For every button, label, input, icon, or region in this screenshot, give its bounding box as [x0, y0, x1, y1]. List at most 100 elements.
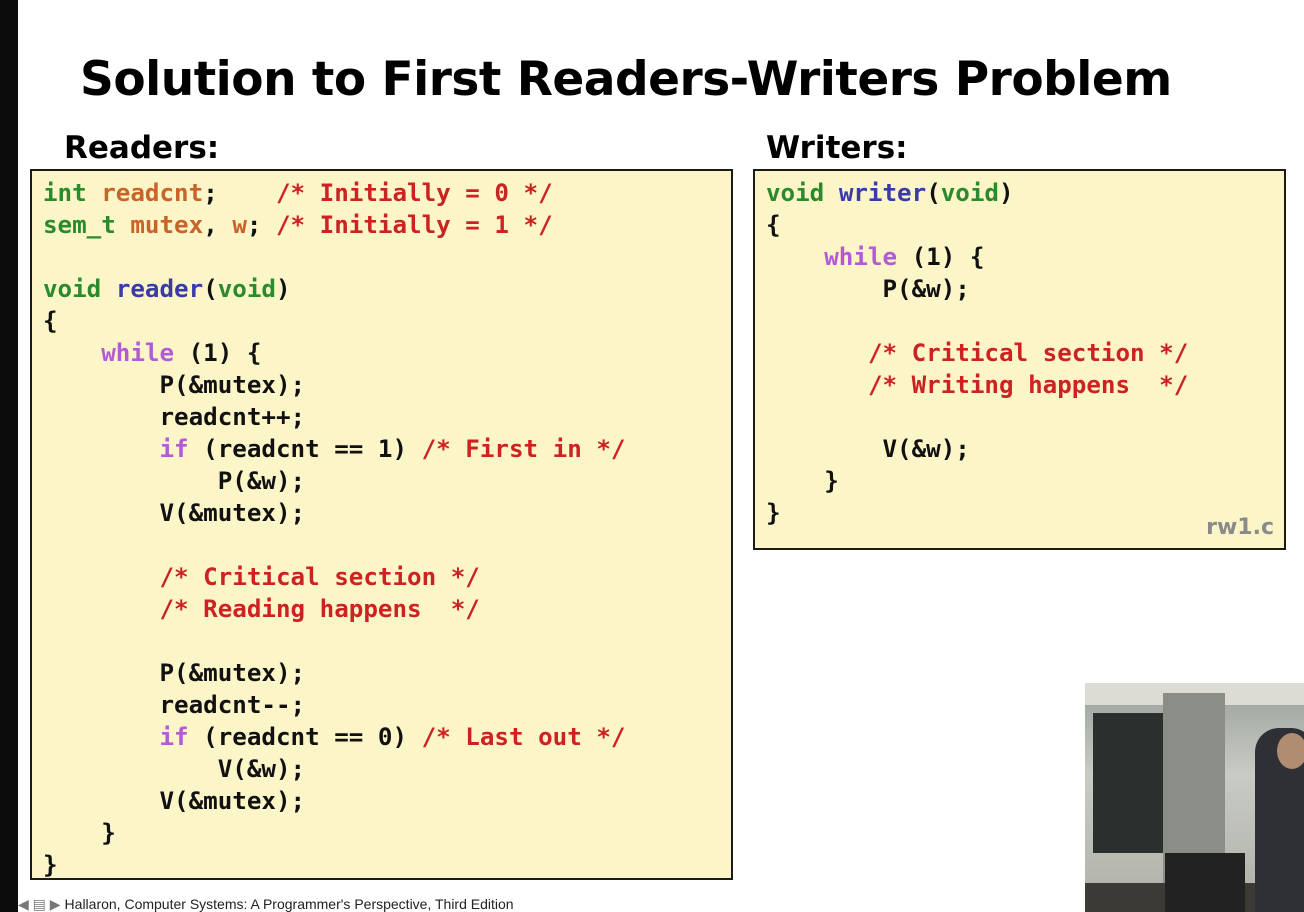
readers-code-line: /* Reading happens */: [43, 593, 626, 625]
code-token: readcnt--;: [43, 691, 306, 719]
code-token: writer: [838, 179, 927, 207]
code-token: (readcnt == 0): [188, 723, 422, 751]
writers-code: void writer(void){ while (1) { P(&w); /*…: [766, 177, 1188, 529]
webcam-feed: [1085, 683, 1304, 912]
writers-code-line: [766, 305, 1188, 337]
footer-text: Hallaron, Computer Systems: A Programmer…: [64, 896, 514, 912]
readers-label: Readers:: [64, 130, 220, 166]
code-token: ;: [246, 211, 276, 239]
readers-code-line: P(&mutex);: [43, 369, 626, 401]
code-token: V(&w);: [43, 755, 306, 783]
code-token: }: [43, 851, 58, 879]
code-token: }: [766, 467, 839, 495]
code-token: V(&mutex);: [43, 499, 306, 527]
readers-code-line: P(&w);: [43, 465, 626, 497]
readers-code-line: /* Critical section */: [43, 561, 626, 593]
code-token: }: [43, 819, 116, 847]
writers-code-line: }: [766, 465, 1188, 497]
readers-code-line: [43, 529, 626, 561]
readers-code-line: while (1) {: [43, 337, 626, 369]
code-token: if: [159, 723, 189, 751]
readers-code-line: readcnt--;: [43, 689, 626, 721]
slide-title: Solution to First Readers-Writers Proble…: [80, 52, 1172, 107]
code-token: (: [926, 179, 941, 207]
code-token: reader: [115, 275, 204, 303]
readers-code-line: {: [43, 305, 626, 337]
writers-code-line: /* Critical section */: [766, 337, 1188, 369]
code-token: void: [217, 275, 276, 303]
writers-code-line: while (1) {: [766, 241, 1188, 273]
code-token: /* Critical section */: [867, 339, 1189, 367]
code-token: while: [824, 243, 898, 271]
code-token: readcnt: [101, 179, 204, 207]
code-token: /* Reading happens */: [159, 595, 480, 623]
code-token: /* Last out */: [421, 723, 626, 751]
readers-code-line: V(&mutex);: [43, 785, 626, 817]
code-token: V(&w);: [766, 435, 970, 463]
code-filename: rw1.c: [1206, 515, 1274, 540]
readers-code: int readcnt; /* Initially = 0 */sem_t mu…: [43, 177, 626, 881]
readers-code-line: V(&mutex);: [43, 497, 626, 529]
code-token: if: [159, 435, 189, 463]
code-token: void: [940, 179, 999, 207]
code-token: /* Critical section */: [159, 563, 480, 591]
code-token: P(&mutex);: [43, 659, 306, 687]
code-token: {: [766, 211, 781, 239]
code-token: P(&w);: [766, 275, 970, 303]
writers-code-box: void writer(void){ while (1) { P(&w); /*…: [753, 169, 1286, 550]
slide-footer: ◀ ▤ ▶ Hallaron, Computer Systems: A Progr…: [18, 896, 1084, 912]
code-token: while: [101, 339, 175, 367]
code-token: (readcnt == 1): [188, 435, 422, 463]
code-token: /* Initially = 0 */: [276, 179, 553, 207]
readers-code-line: readcnt++;: [43, 401, 626, 433]
code-token: void: [43, 275, 102, 303]
readers-code-line: }: [43, 817, 626, 849]
writers-code-line: }: [766, 497, 1188, 529]
readers-code-line: }: [43, 849, 626, 881]
code-token: ,: [203, 211, 233, 239]
code-token: V(&mutex);: [43, 787, 306, 815]
readers-code-line: sem_t mutex, w; /* Initially = 1 */: [43, 209, 626, 241]
code-token: void: [766, 179, 825, 207]
writers-code-line: {: [766, 209, 1188, 241]
writers-code-line: V(&w);: [766, 433, 1188, 465]
code-token: w: [232, 211, 247, 239]
code-token: P(&w);: [43, 467, 306, 495]
code-token: /* Initially = 1 */: [276, 211, 553, 239]
writers-code-line: void writer(void): [766, 177, 1188, 209]
code-token: sem_t: [43, 211, 116, 239]
readers-code-line: [43, 625, 626, 657]
code-token: mutex: [130, 211, 204, 239]
code-token: int: [43, 179, 87, 207]
readers-code-line: int readcnt; /* Initially = 0 */: [43, 177, 626, 209]
code-token: {: [43, 307, 58, 335]
code-token: /* First in */: [421, 435, 626, 463]
writers-code-line: /* Writing happens */: [766, 369, 1188, 401]
readers-code-line: [43, 241, 626, 273]
code-token: (: [203, 275, 218, 303]
code-token: ): [276, 275, 291, 303]
readers-code-box: int readcnt; /* Initially = 0 */sem_t mu…: [30, 169, 733, 880]
code-token: ;: [203, 179, 276, 207]
code-token: readcnt++;: [43, 403, 306, 431]
code-token: (1) {: [174, 339, 262, 367]
readers-code-line: V(&w);: [43, 753, 626, 785]
slide-nav-icons[interactable]: ◀ ▤ ▶: [18, 896, 61, 912]
readers-code-line: if (readcnt == 0) /* Last out */: [43, 721, 626, 753]
writers-code-line: P(&w);: [766, 273, 1188, 305]
readers-code-line: if (readcnt == 1) /* First in */: [43, 433, 626, 465]
readers-code-line: P(&mutex);: [43, 657, 626, 689]
code-token: P(&mutex);: [43, 371, 306, 399]
